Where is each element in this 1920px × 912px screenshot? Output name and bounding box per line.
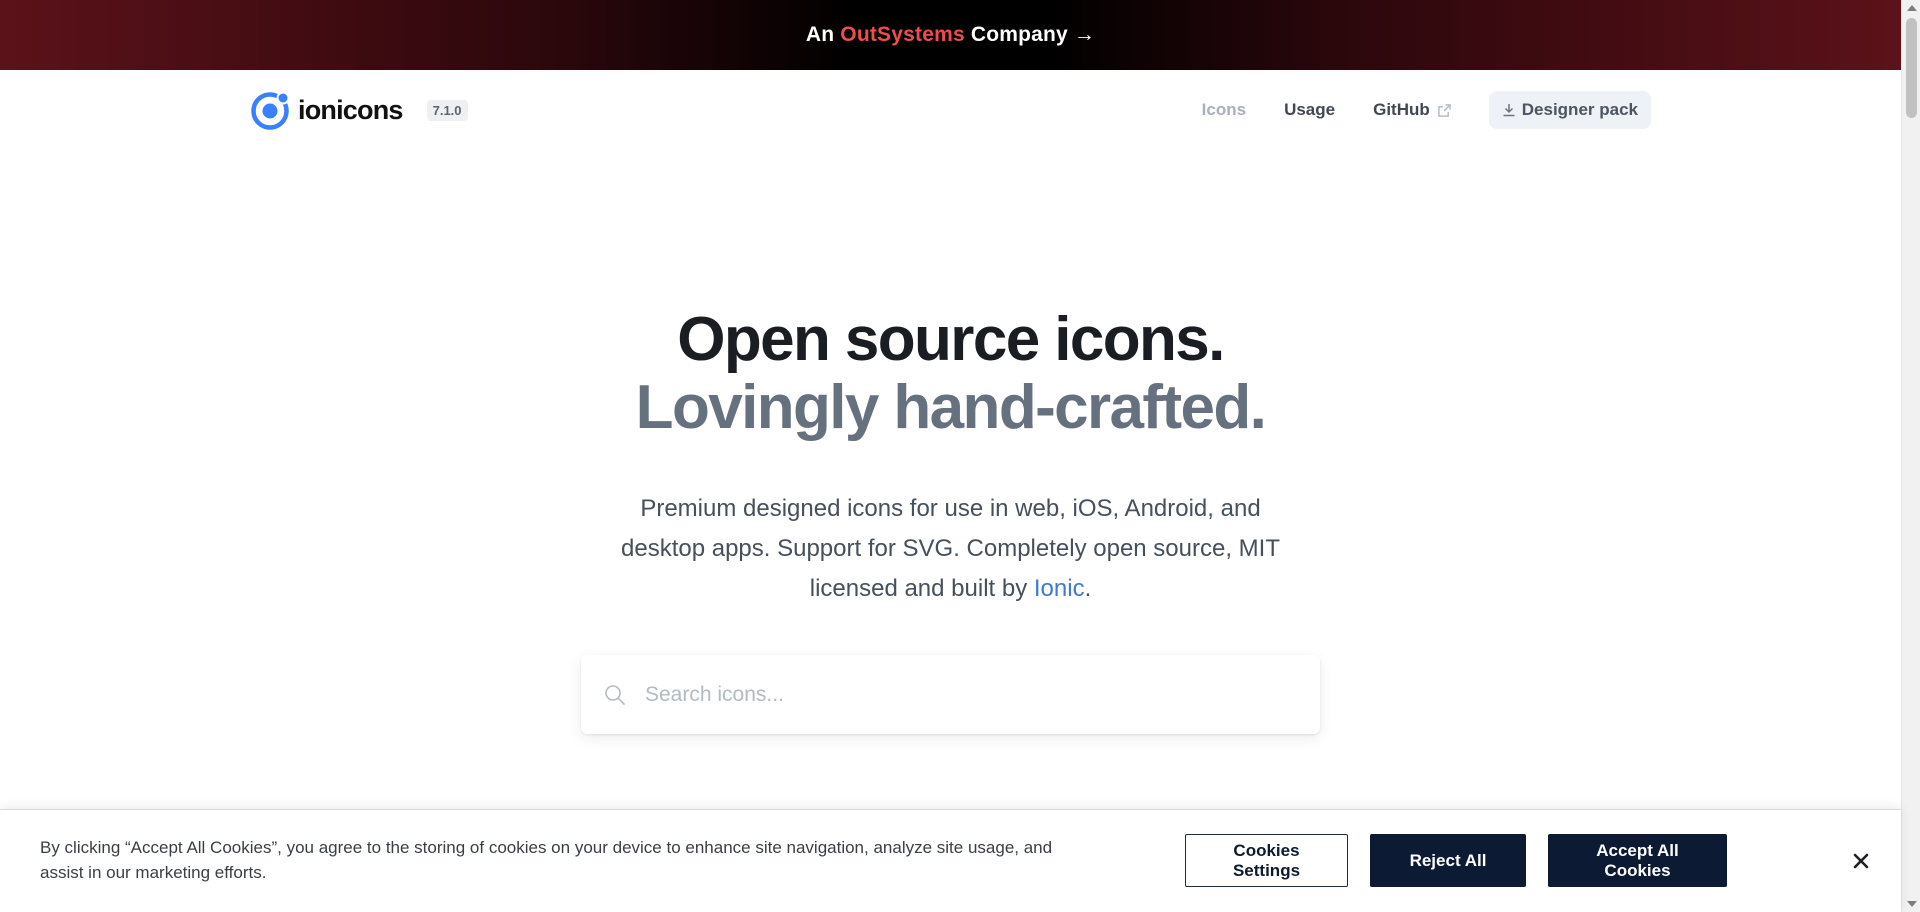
scroll-up-arrow-icon[interactable] — [1907, 5, 1917, 11]
banner-brand: OutSystems — [840, 23, 965, 46]
close-icon — [1853, 853, 1869, 869]
hero-description-text: Premium designed icons for use in web, i… — [621, 495, 1280, 602]
hero-title: Open source icons. — [677, 305, 1225, 374]
download-icon — [1503, 104, 1515, 117]
banner-suffix: Company — [970, 23, 1068, 46]
nav-link-github-label: GitHub — [1373, 100, 1430, 119]
logo-link[interactable]: ionicons 7.1.0 — [250, 89, 468, 131]
hero-description: Premium designed icons for use in web, i… — [611, 489, 1291, 609]
page-scrollbar[interactable] — [1901, 0, 1920, 912]
search-box[interactable] — [581, 655, 1320, 734]
hero-section: Open source icons. Lovingly hand-crafted… — [0, 306, 1901, 609]
hero-subtitle: Lovingly hand-crafted. — [635, 373, 1267, 442]
nav-links: Icons Usage GitHub Designer pack — [1202, 91, 1651, 129]
designer-pack-label: Designer pack — [1521, 100, 1638, 119]
reject-all-button[interactable]: Reject All — [1370, 834, 1526, 887]
nav-link-usage[interactable]: Usage — [1284, 100, 1335, 120]
nav-link-icons[interactable]: Icons — [1202, 100, 1246, 120]
ionicons-logo-icon — [251, 91, 290, 130]
designer-pack-button[interactable]: Designer pack — [1488, 91, 1651, 129]
logo-text: ionicons — [298, 94, 403, 125]
accept-all-cookies-button[interactable]: Accept All Cookies — [1548, 834, 1727, 887]
outsystems-banner[interactable]: An OutSystems Company → — [0, 0, 1901, 70]
external-link-icon — [1437, 103, 1451, 117]
cookies-settings-button[interactable]: Cookies Settings — [1185, 834, 1348, 887]
search-input[interactable] — [645, 664, 1320, 725]
hero-description-end: . — [1084, 575, 1092, 602]
search-icon — [605, 684, 625, 705]
ionic-link[interactable]: Ionic — [1034, 575, 1085, 602]
close-cookie-banner-button[interactable] — [1848, 848, 1874, 874]
nav-link-github[interactable]: GitHub — [1373, 100, 1451, 120]
scroll-down-arrow-icon[interactable] — [1907, 901, 1917, 907]
cookie-banner-text: By clicking “Accept All Cookies”, you ag… — [40, 838, 1053, 882]
version-badge: 7.1.0 — [426, 99, 468, 121]
banner-prefix: An — [805, 23, 835, 46]
arrow-right-icon: → — [1073, 23, 1096, 46]
scrollbar-thumb[interactable] — [1906, 18, 1917, 118]
cookie-banner: By clicking “Accept All Cookies”, you ag… — [0, 809, 1901, 912]
main-nav: ionicons 7.1.0 Icons Usage GitHub Design… — [250, 88, 1651, 132]
